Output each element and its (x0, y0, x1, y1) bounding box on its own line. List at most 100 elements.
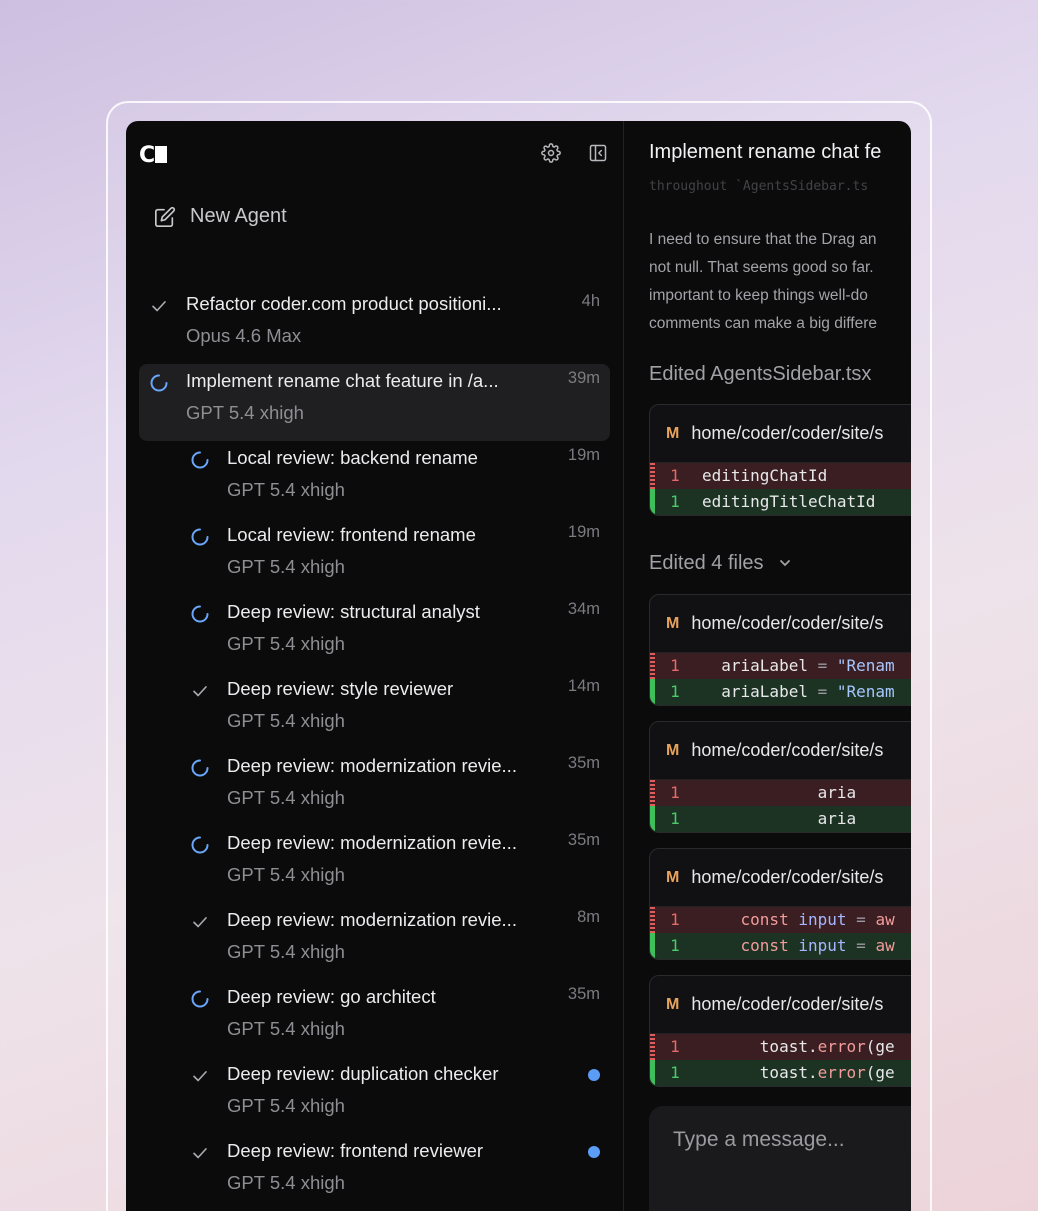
chat-item[interactable]: Deep review: modernization revie... GPT 5… (139, 903, 610, 980)
diff-card[interactable]: M home/coder/coder/site/s 1 editingChatId… (649, 404, 911, 516)
chat-model: GPT 5.4 xhigh (227, 479, 345, 500)
chat-model: GPT 5.4 xhigh (227, 633, 345, 654)
check-icon (190, 1066, 210, 1086)
unread-dot (588, 1146, 600, 1158)
diff-deleted-line: 1 toast.error(ge (650, 1034, 911, 1060)
spinner-icon (190, 758, 210, 778)
chat-item-active[interactable]: Implement rename chat feature in /a... GP… (139, 364, 610, 441)
diff-header[interactable]: M home/coder/coder/site/s (650, 405, 911, 463)
chat-model: GPT 5.4 xhigh (227, 787, 345, 808)
chat-time: 35m (567, 831, 600, 849)
diff-added-line: 1 toast.error(ge (650, 1060, 911, 1086)
modified-badge: M (666, 868, 680, 886)
chat-title: Deep review: modernization revie... (227, 755, 517, 776)
diff-deleted-line: 1 const input = aw (650, 907, 911, 933)
file-path: home/coder/coder/site/s (691, 423, 884, 443)
chat-time: 8m (577, 908, 600, 926)
chat-title: Deep review: modernization revie... (227, 832, 517, 853)
spinner-icon (149, 373, 169, 393)
chat-title: Refactor coder.com product positioni... (186, 293, 502, 314)
check-icon (190, 681, 210, 701)
chat-title: Implement rename chat feature in /a... (186, 370, 499, 391)
chat-list: Refactor coder.com product positioni... O… (139, 287, 610, 1211)
new-agent-label: New Agent (190, 205, 287, 227)
chat-model: GPT 5.4 xhigh (227, 1095, 345, 1116)
chat-item[interactable]: Deep review: duplication checker GPT 5.4 … (139, 1057, 610, 1134)
chat-time: 19m (567, 446, 600, 464)
chat-title: Deep review: structural analyst (227, 601, 480, 622)
spinner-icon (190, 527, 210, 547)
sidebar-collapse-icon[interactable] (586, 141, 610, 165)
file-path: home/coder/coder/site/s (691, 613, 884, 633)
chat-model: GPT 5.4 xhigh (227, 1172, 345, 1193)
chat-model: GPT 5.4 xhigh (186, 402, 304, 423)
chat-panel: Implement rename chat fe throughout `Age… (624, 121, 911, 1211)
sidebar: C New Agent Refactor coder.com product p… (126, 121, 624, 1211)
chat-item[interactable]: Deep review: go architect GPT 5.4 xhigh 35… (139, 980, 610, 1057)
chevron-down-icon (780, 560, 790, 567)
gear-icon[interactable] (539, 141, 563, 165)
chat-item[interactable]: Local review: frontend rename GPT 5.4 xhi… (139, 518, 610, 595)
app-window: C New Agent Refactor coder.com product p… (126, 121, 911, 1211)
diff-card[interactable]: M home/coder/coder/site/s 1 aria 1 aria (649, 721, 911, 833)
chat-item[interactable]: Deep review: modernization revie... GPT 5… (139, 749, 610, 826)
edited-file-label: Edited AgentsSidebar.tsx (649, 363, 872, 385)
coder-logo: C (139, 143, 168, 168)
chat-title: Deep review: frontend reviewer (227, 1140, 484, 1161)
modified-badge: M (666, 741, 680, 759)
scrolled-text: throughout `AgentsSidebar.ts (649, 179, 869, 194)
chat-model: GPT 5.4 xhigh (227, 556, 345, 577)
spinner-icon (190, 604, 210, 624)
chat-time: 14m (567, 677, 600, 695)
diff-deleted-line: 1 aria (650, 780, 911, 806)
chat-item[interactable]: Deep review: frontend reviewer GPT 5.4 xh… (139, 1134, 610, 1211)
chat-time: 39m (567, 369, 600, 387)
check-icon (190, 912, 210, 932)
chat-model: GPT 5.4 xhigh (227, 710, 345, 731)
spinner-icon (190, 450, 210, 470)
spinner-icon (190, 989, 210, 1009)
diff-header[interactable]: M home/coder/coder/site/s (650, 849, 911, 907)
diff-header[interactable]: M home/coder/coder/site/s (650, 722, 911, 780)
chat-item[interactable]: Deep review: structural analyst GPT 5.4 x… (139, 595, 610, 672)
check-icon (149, 296, 169, 316)
chat-title: Local review: frontend rename (227, 524, 476, 545)
chat-title: Deep review: modernization revie... (227, 909, 517, 930)
chat-model: GPT 5.4 xhigh (227, 1018, 345, 1039)
chat-model: Opus 4.6 Max (186, 325, 302, 346)
diff-deleted-line: 1 editingChatId (650, 463, 911, 489)
file-path: home/coder/coder/site/s (691, 867, 884, 887)
diff-header[interactable]: M home/coder/coder/site/s (650, 976, 911, 1034)
diff-added-line: 1 aria (650, 806, 911, 832)
chat-item[interactable]: Deep review: modernization revie... GPT 5… (139, 826, 610, 903)
diff-added-line: 1 editingTitleChatId (650, 489, 911, 515)
chat-time: 35m (567, 985, 600, 1003)
modified-badge: M (666, 614, 680, 632)
chat-time: 19m (567, 523, 600, 541)
diff-card[interactable]: M home/coder/coder/site/s 1 ariaLabel = … (649, 594, 911, 706)
diff-card[interactable]: M home/coder/coder/site/s 1 const input … (649, 848, 911, 960)
chat-time: 34m (567, 600, 600, 618)
chat-item[interactable]: Local review: backend rename GPT 5.4 xhig… (139, 441, 610, 518)
diff-card[interactable]: M home/coder/coder/site/s 1 toast.error(… (649, 975, 911, 1087)
diff-header[interactable]: M home/coder/coder/site/s (650, 595, 911, 653)
modified-badge: M (666, 995, 680, 1013)
chat-model: GPT 5.4 xhigh (227, 864, 345, 885)
file-path: home/coder/coder/site/s (691, 740, 884, 760)
edited-files-toggle[interactable]: Edited 4 files (649, 552, 791, 575)
message-input[interactable] (673, 1128, 911, 1152)
chat-title: Local review: backend rename (227, 447, 478, 468)
unread-dot (588, 1069, 600, 1081)
check-icon (190, 1143, 210, 1163)
diff-deleted-line: 1 ariaLabel = "Renam (650, 653, 911, 679)
chat-title: Deep review: go architect (227, 986, 436, 1007)
diff-added-line: 1 ariaLabel = "Renam (650, 679, 911, 705)
chat-title: Deep review: style reviewer (227, 678, 454, 699)
diff-added-line: 1 const input = aw (650, 933, 911, 959)
chat-item[interactable]: Refactor coder.com product positioni... O… (139, 287, 610, 364)
edit-icon (155, 206, 176, 227)
new-agent-button[interactable]: New Agent (154, 205, 287, 228)
chat-item[interactable]: Deep review: style reviewer GPT 5.4 xhigh… (139, 672, 610, 749)
chat-title: Deep review: duplication checker (227, 1063, 499, 1084)
chat-time: 35m (567, 754, 600, 772)
